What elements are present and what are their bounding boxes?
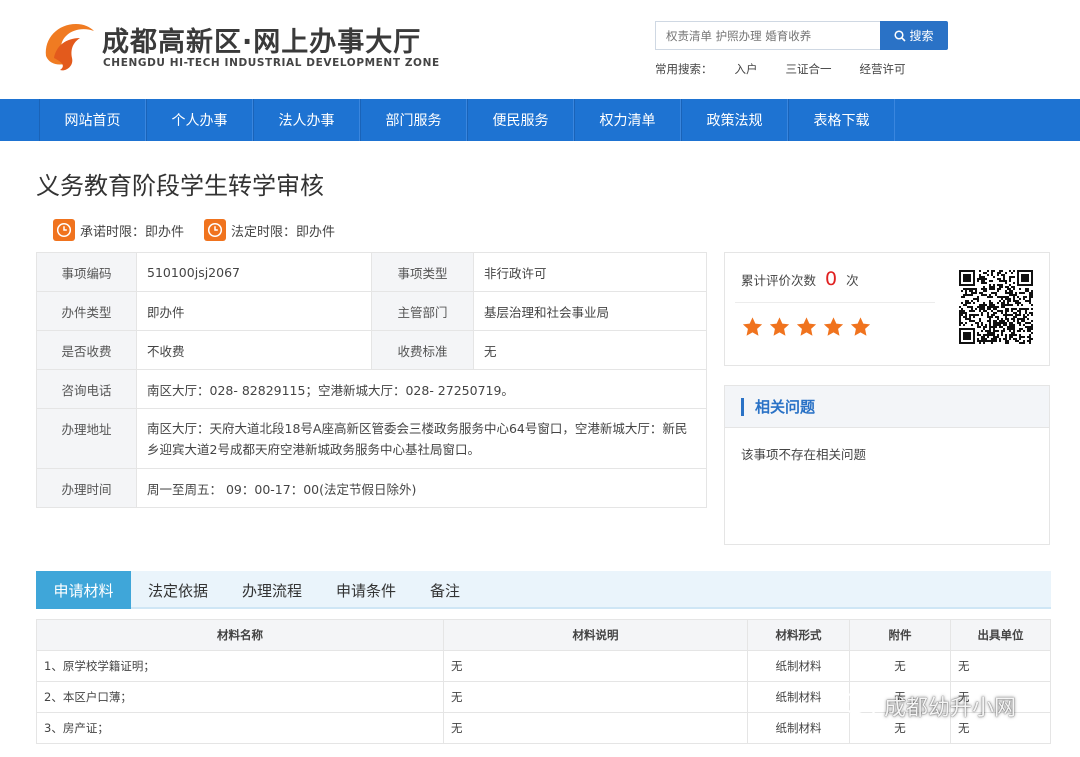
evaluation-row: 累计评价次数 0 次 xyxy=(741,268,859,290)
common-link-jingying[interactable]: 经营许可 xyxy=(860,61,906,77)
site-title[interactable]: 成都高新区·网上办事大厅 xyxy=(102,20,421,59)
tab-conditions[interactable]: 申请条件 xyxy=(319,571,413,609)
faq-panel: 相关问题 该事项不存在相关问题 xyxy=(724,385,1050,545)
page-title: 义务教育阶段学生转学审核 xyxy=(36,172,324,200)
materials-table: 材料名称 材料说明 材料形式 附件 出具单位 1、原学校学籍证明； 无 纸制材料… xyxy=(36,619,1051,744)
faq-header: 相关问题 xyxy=(725,386,1049,428)
info-key-handle-type: 办件类型 xyxy=(36,291,137,331)
material-name: 2、本区户口薄； xyxy=(36,681,444,713)
star-icon[interactable] xyxy=(849,316,872,338)
info-value-fee-std: 无 xyxy=(473,330,707,370)
promise-limit-text: 承诺时限：即办件 xyxy=(80,224,185,240)
info-key-phone: 咨询电话 xyxy=(36,369,137,409)
info-key-fee: 是否收费 xyxy=(36,330,137,370)
star-icon[interactable] xyxy=(822,316,845,338)
watermark-text: 成都幼升小网 xyxy=(884,696,1017,721)
info-key-address: 办理地址 xyxy=(36,408,137,469)
info-value-address: 南区大厅：天府大道北段18号A座高新区管委会三楼政务服务中心64号窗口，空港新城… xyxy=(136,408,707,469)
info-key-hours: 办理时间 xyxy=(36,468,137,508)
info-table: 事项编码 510100jsj2067 事项类型 非行政许可 办件类型 即办件 主… xyxy=(36,252,707,508)
info-key-code: 事项编码 xyxy=(36,252,137,292)
star-icon[interactable] xyxy=(795,316,818,338)
material-form: 纸制材料 xyxy=(747,650,850,682)
material-desc: 无 xyxy=(443,650,748,682)
info-value-handle-type: 即办件 xyxy=(136,291,372,331)
col-header-attachment: 附件 xyxy=(849,619,951,651)
nav-power-list[interactable]: 权力清单 xyxy=(574,99,681,141)
nav-forms[interactable]: 表格下载 xyxy=(788,99,895,141)
info-key-fee-std: 收费标准 xyxy=(371,330,474,370)
info-value-hours: 周一至周五： 09：00-17：00(法定节假日除外) xyxy=(136,468,707,508)
qr-code-icon xyxy=(959,270,1033,344)
promise-limit: 承诺时限：即办件 xyxy=(53,219,184,241)
evaluation-panel: 累计评价次数 0 次 xyxy=(724,252,1050,366)
search-box xyxy=(655,21,881,50)
clock-icon xyxy=(53,219,75,241)
nav-personal[interactable]: 个人办事 xyxy=(146,99,253,141)
material-name: 1、原学校学籍证明； xyxy=(36,650,444,682)
info-value-dept: 基层治理和社会事业局 xyxy=(473,291,707,331)
tab-process[interactable]: 办理流程 xyxy=(225,571,319,609)
material-desc: 无 xyxy=(443,681,748,713)
clock-icon xyxy=(204,219,227,241)
site-header: 成都高新区·网上办事大厅 CHENGDU HI-TECH INDUSTRIAL … xyxy=(0,0,1080,99)
watermark: 成都幼升小网 xyxy=(842,690,1016,722)
search-button[interactable]: 搜索 xyxy=(880,21,948,50)
logo-icon[interactable] xyxy=(40,16,96,74)
tab-remarks[interactable]: 备注 xyxy=(413,571,477,609)
material-attachment: 无 xyxy=(849,650,951,682)
common-link-sanzheng[interactable]: 三证合一 xyxy=(786,61,832,77)
col-header-desc: 材料说明 xyxy=(443,619,748,651)
nav-convenience[interactable]: 便民服务 xyxy=(467,99,574,141)
tab-legal-basis[interactable]: 法定依据 xyxy=(131,571,225,609)
search-button-label: 搜索 xyxy=(909,29,934,43)
common-search-label: 常用搜索： xyxy=(655,62,713,76)
evaluation-count: 0 xyxy=(825,268,838,290)
faq-title: 相关问题 xyxy=(755,398,816,416)
nav-department[interactable]: 部门服务 xyxy=(360,99,467,141)
table-row: 1、原学校学籍证明； 无 纸制材料 无 无 xyxy=(36,650,1051,682)
material-issuer: 无 xyxy=(950,650,1051,682)
evaluation-label: 累计评价次数 xyxy=(741,272,817,288)
search-input[interactable] xyxy=(656,22,881,49)
info-key-dept: 主管部门 xyxy=(371,291,474,331)
divider xyxy=(735,302,935,303)
info-value-type: 非行政许可 xyxy=(473,252,707,292)
material-form: 纸制材料 xyxy=(747,712,850,744)
col-header-name: 材料名称 xyxy=(36,619,444,651)
main-nav: 网站首页 个人办事 法人办事 部门服务 便民服务 权力清单 政策法规 表格下载 xyxy=(0,99,1080,141)
star-icon[interactable] xyxy=(768,316,791,338)
nav-policy[interactable]: 政策法规 xyxy=(681,99,788,141)
common-link-hukou[interactable]: 入户 xyxy=(735,61,758,77)
search-icon xyxy=(894,29,907,42)
rating-stars[interactable] xyxy=(741,316,872,338)
info-value-fee: 不收费 xyxy=(136,330,372,370)
time-limits: 承诺时限：即办件 法定时限：即办件 xyxy=(53,219,355,241)
site-subtitle: CHENGDU HI-TECH INDUSTRIAL DEVELOPMENT Z… xyxy=(103,57,440,69)
wechat-icon xyxy=(842,692,876,718)
info-key-type: 事项类型 xyxy=(371,252,474,292)
material-form: 纸制材料 xyxy=(747,681,850,713)
evaluation-unit: 次 xyxy=(846,272,859,288)
material-name: 3、房产证； xyxy=(36,712,444,744)
nav-legal-entity[interactable]: 法人办事 xyxy=(253,99,360,141)
star-icon[interactable] xyxy=(741,316,764,338)
col-header-form: 材料形式 xyxy=(747,619,850,651)
info-value-phone: 南区大厅：028- 82829115；空港新城大厅：028- 27250719。 xyxy=(136,369,707,409)
common-search: 常用搜索： 入户 三证合一 经营许可 xyxy=(655,61,934,77)
faq-body: 该事项不存在相关问题 xyxy=(741,447,867,462)
legal-limit-text: 法定时限：即办件 xyxy=(231,224,336,240)
col-header-issuer: 出具单位 xyxy=(950,619,1051,651)
legal-limit: 法定时限：即办件 xyxy=(204,219,335,241)
tab-materials[interactable]: 申请材料 xyxy=(36,571,131,609)
nav-home[interactable]: 网站首页 xyxy=(39,99,146,141)
material-desc: 无 xyxy=(443,712,748,744)
tab-bar: 申请材料 法定依据 办理流程 申请条件 备注 xyxy=(36,571,1051,609)
faq-accent-bar xyxy=(741,397,744,416)
info-value-code: 510100jsj2067 xyxy=(136,252,372,292)
